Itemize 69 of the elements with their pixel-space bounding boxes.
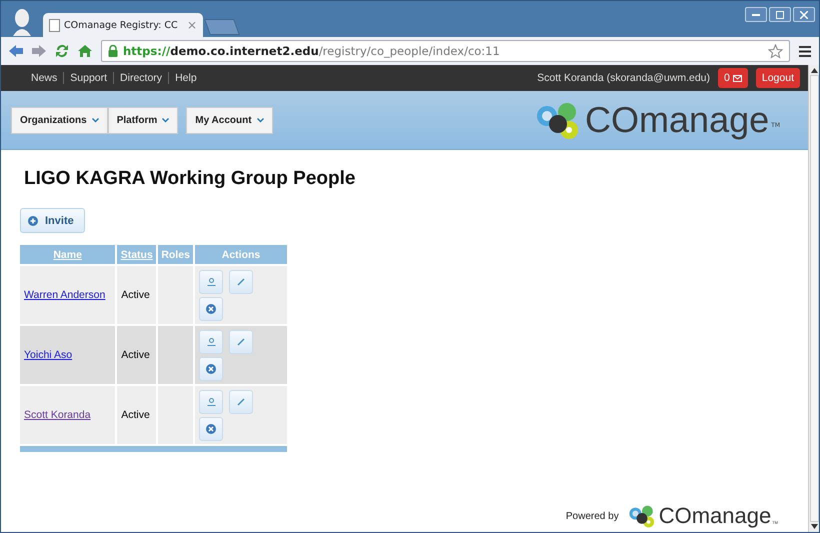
logout-button[interactable]: Logout [756, 68, 800, 88]
caret-icon [92, 118, 99, 122]
person-link[interactable]: Warren Anderson [24, 289, 106, 301]
person-link[interactable]: Scott Koranda [24, 409, 91, 421]
browser-tab[interactable]: COmanage Registry: CC × [43, 13, 203, 37]
nav-link[interactable]: Support [70, 72, 108, 84]
user-name: Scott Koranda (skoranda@uwm.edu) [537, 72, 710, 84]
status-text: Active [121, 349, 150, 361]
column-header: Actions [195, 245, 287, 264]
logo-text: COmanage [585, 99, 770, 141]
person-icon [206, 398, 216, 406]
plus-icon [28, 216, 38, 226]
notifications-button[interactable]: 0 [718, 68, 748, 88]
pencil-icon [237, 398, 245, 406]
gears-logo-icon [626, 504, 657, 528]
address-bar[interactable]: https://demo.co.internet2.edu/registry/co_people/index/co:11 [101, 40, 790, 62]
menu-dropdown[interactable]: My Account [186, 106, 273, 134]
status-text: Active [121, 409, 150, 421]
delete-button[interactable] [199, 296, 223, 320]
scroll-up-icon[interactable] [810, 68, 818, 73]
person-icon [206, 338, 216, 346]
menu-icon[interactable] [799, 46, 811, 56]
page-icon [49, 18, 60, 32]
pencil-icon [237, 278, 245, 286]
edit-button[interactable] [229, 270, 253, 294]
back-arrow-icon[interactable] [9, 45, 23, 57]
view-person-button[interactable] [199, 270, 223, 294]
delete-icon [206, 304, 216, 314]
forward-arrow-icon[interactable] [32, 45, 46, 57]
minimize-button[interactable] [745, 7, 767, 22]
footer-logo-text: COmanage [658, 503, 772, 529]
star-icon[interactable] [768, 44, 783, 58]
maximize-icon [776, 10, 784, 18]
lock-icon [108, 45, 118, 57]
reload-icon[interactable] [55, 44, 69, 58]
close-icon [800, 10, 808, 18]
close-button[interactable] [793, 7, 815, 22]
maximize-button[interactable] [769, 7, 791, 22]
delete-icon [206, 364, 216, 374]
person-icon [206, 278, 216, 286]
person-link[interactable]: Yoichi Aso [24, 349, 72, 361]
edit-button[interactable] [229, 390, 253, 414]
delete-button[interactable] [199, 356, 223, 380]
delete-button[interactable] [199, 416, 223, 440]
nav-link[interactable]: News [31, 72, 58, 84]
page-title: LIGO KAGRA Working Group People [24, 168, 356, 190]
url-text: https://demo.co.internet2.edu/registry/co_people/index/co:11 [123, 44, 500, 58]
caret-icon [256, 118, 264, 122]
delete-icon [206, 424, 216, 434]
edit-button[interactable] [229, 330, 253, 354]
minimize-icon [752, 14, 760, 16]
pencil-icon [237, 338, 245, 346]
status-text: Active [121, 289, 150, 301]
home-icon[interactable] [78, 44, 92, 58]
nav-link[interactable]: Help [175, 72, 197, 84]
view-person-button[interactable] [199, 390, 223, 414]
scroll-down-icon[interactable] [810, 524, 818, 529]
menu-dropdown[interactable]: Organizations [11, 106, 108, 134]
envelope-icon [732, 74, 742, 82]
view-person-button[interactable] [199, 330, 223, 354]
roles-cell [158, 326, 193, 384]
powered-by-text: Powered by [566, 510, 619, 522]
nav-link[interactable]: Directory [120, 72, 162, 84]
caret-icon [162, 118, 170, 122]
invite-button[interactable]: Invite [20, 208, 85, 233]
tab-title: COmanage Registry: CC [64, 20, 178, 30]
new-tab-button[interactable] [204, 19, 240, 35]
menu-dropdown[interactable]: Platform [108, 106, 178, 134]
column-header: Roles [158, 245, 193, 264]
